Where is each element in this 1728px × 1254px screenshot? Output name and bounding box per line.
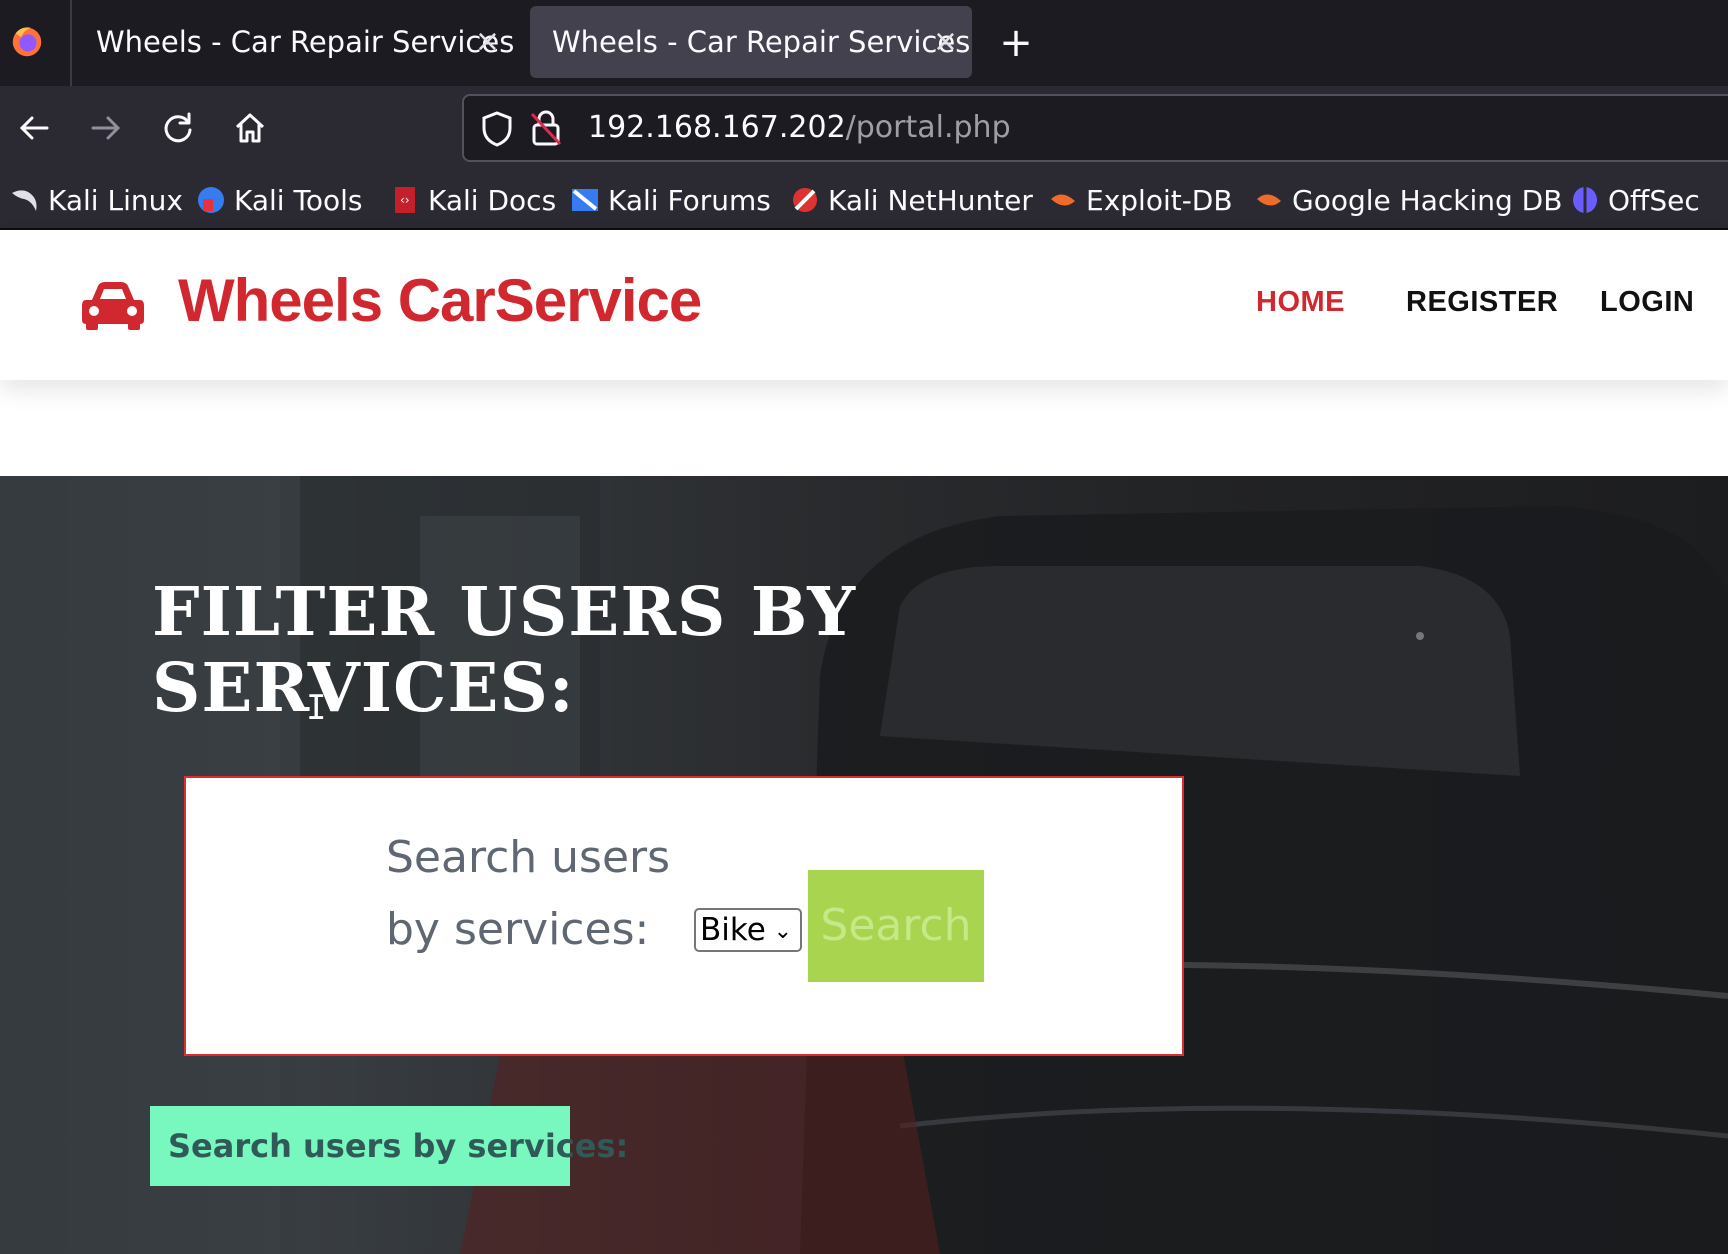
google-hacking-db-icon bbox=[1257, 194, 1281, 206]
forward-arrow-icon bbox=[91, 116, 121, 140]
service-select-value: Bike bbox=[700, 912, 766, 948]
site-header: Wheels CarService HOME REGISTER LOGIN bbox=[0, 230, 1728, 380]
bookmark-kali-docs[interactable]: ‹› Kali Docs bbox=[390, 178, 556, 222]
reload-button[interactable] bbox=[150, 100, 206, 156]
back-button[interactable] bbox=[6, 100, 62, 156]
bookmark-label: Kali Docs bbox=[428, 183, 557, 217]
kali-forums-icon bbox=[572, 189, 598, 211]
home-button[interactable] bbox=[222, 100, 278, 156]
kali-nethunter-icon bbox=[793, 188, 817, 212]
bookmark-google-hacking-db[interactable]: Google Hacking DB bbox=[1254, 178, 1562, 222]
hero-title: FILTER USERS BY SERVICES: bbox=[152, 572, 857, 727]
bookmark-exploit-db[interactable]: Exploit-DB bbox=[1048, 178, 1233, 222]
browser-toolbar: 192.168.167.202/portal.php bbox=[0, 86, 1728, 170]
nav-register[interactable]: REGISTER bbox=[1406, 286, 1558, 319]
bookmark-offsec[interactable]: OffSec bbox=[1570, 178, 1700, 222]
bookmark-kali-linux[interactable]: Kali Linux bbox=[10, 178, 183, 222]
bookmark-label: Exploit-DB bbox=[1086, 183, 1233, 217]
tracking-protection-shield-icon[interactable] bbox=[480, 110, 514, 148]
offsec-icon bbox=[1573, 187, 1597, 213]
svg-text:‹›: ‹› bbox=[400, 193, 410, 207]
insecure-lock-icon[interactable] bbox=[528, 108, 564, 148]
bookmark-kali-tools[interactable]: Kali Tools bbox=[196, 178, 362, 222]
url-path: /portal.php bbox=[845, 110, 1011, 145]
bookmark-label: Kali Tools bbox=[234, 183, 363, 217]
search-button[interactable]: Search bbox=[808, 870, 984, 982]
url-text[interactable]: 192.168.167.202/portal.php bbox=[588, 96, 1011, 160]
exploit-db-icon bbox=[1051, 194, 1075, 206]
home-icon bbox=[235, 113, 265, 143]
tab-title: Wheels - Car Repair Services bbox=[96, 25, 515, 59]
hero-section: FILTER USERS BY SERVICES: Search users b… bbox=[0, 476, 1728, 1254]
kali-dragon-icon bbox=[12, 190, 37, 211]
service-select[interactable]: Bike ⌄ bbox=[694, 908, 802, 952]
nav-login[interactable]: LOGIN bbox=[1600, 286, 1694, 319]
search-label: Search users by services: bbox=[386, 832, 671, 955]
chevron-down-icon: ⌄ bbox=[773, 919, 792, 944]
back-arrow-icon bbox=[19, 116, 49, 140]
car-icon[interactable] bbox=[80, 280, 146, 330]
search-results-heading: Search users by services: bbox=[150, 1106, 628, 1186]
tab-1[interactable]: Wheels - Car Repair Services × bbox=[74, 6, 514, 78]
bookmark-label: OffSec bbox=[1608, 183, 1700, 217]
bookmarks-toolbar: Kali Linux Kali Tools ‹› Kali Docs Kali … bbox=[0, 170, 1728, 230]
new-tab-button[interactable]: + bbox=[996, 18, 1036, 68]
kali-docs-icon: ‹› bbox=[395, 187, 415, 213]
nav-home[interactable]: HOME bbox=[1256, 286, 1345, 319]
browser-tab-bar: Wheels - Car Repair Services × Wheels - … bbox=[0, 0, 1728, 86]
text-cursor-icon: I bbox=[306, 688, 327, 728]
bookmark-kali-forums[interactable]: Kali Forums bbox=[570, 178, 771, 222]
search-form-card: Search users by services: Bike ⌄ Search bbox=[184, 776, 1184, 1056]
tab-title: Wheels - Car Repair Services bbox=[552, 25, 971, 59]
forward-button[interactable] bbox=[78, 100, 134, 156]
firefox-icon[interactable] bbox=[8, 22, 46, 60]
bookmark-label: Google Hacking DB bbox=[1292, 183, 1563, 217]
brand-name[interactable]: Wheels CarService bbox=[178, 266, 702, 335]
bookmark-kali-nethunter[interactable]: Kali NetHunter bbox=[790, 178, 1033, 222]
url-host: 192.168.167.202 bbox=[588, 110, 846, 145]
tab-2-active[interactable]: Wheels - Car Repair Services × bbox=[530, 6, 972, 78]
bookmark-label: Kali Forums bbox=[608, 183, 771, 217]
kali-tools-icon bbox=[198, 187, 224, 213]
bookmark-label: Kali NetHunter bbox=[828, 183, 1033, 217]
address-bar[interactable]: 192.168.167.202/portal.php bbox=[462, 94, 1728, 162]
close-tab-icon[interactable]: × bbox=[475, 6, 500, 78]
bookmark-label: Kali Linux bbox=[48, 183, 183, 217]
close-tab-icon[interactable]: × bbox=[933, 6, 958, 78]
tab-separator bbox=[70, 0, 72, 86]
reload-icon bbox=[164, 112, 192, 143]
